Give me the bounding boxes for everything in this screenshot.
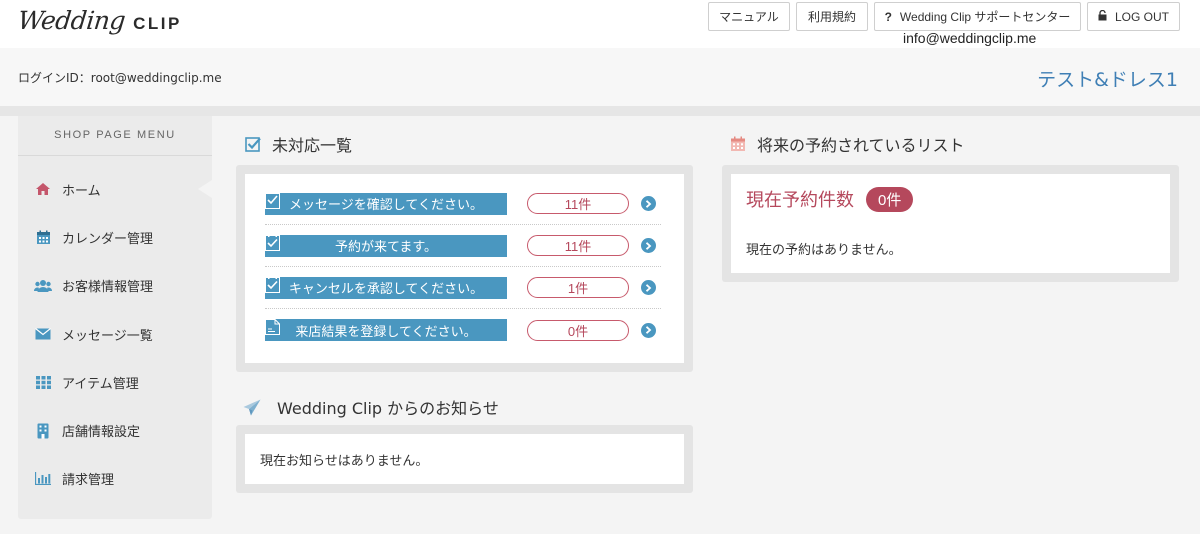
chevron-right-icon[interactable]	[641, 280, 656, 295]
wedding-clip-logo[interactable]: Wedding CLIP	[16, 6, 182, 42]
shop-page-menu: SHOP PAGE MENU ホーム カレンダー管理 お客様情報管理 メッセージ…	[18, 116, 212, 519]
pending-panel: メッセージを確認してください。 11件 予約が来てます。 11件 キャンセルを承…	[236, 165, 693, 372]
envelope-icon	[34, 325, 52, 343]
checklist-icon	[265, 192, 280, 209]
building-icon	[34, 422, 52, 440]
news-empty-message: 現在お知らせはありません。	[260, 454, 429, 469]
sidebar-item-home[interactable]: ホーム	[18, 165, 212, 213]
manual-button-label: マニュアル	[719, 10, 779, 24]
logo-script-text: Wedding	[16, 6, 127, 35]
sidebar-item-items[interactable]: アイテム管理	[18, 358, 212, 406]
support-center-label: Wedding Clip サポートセンター	[899, 10, 1071, 24]
task-label-text: メッセージを確認してください。	[289, 198, 483, 213]
task-confirm-messages[interactable]: メッセージを確認してください。	[265, 192, 507, 215]
sidebar-list: ホーム カレンダー管理 お客様情報管理 メッセージ一覧 アイテム管理 店舗情報設…	[18, 165, 212, 503]
reservation-count-label: 現在予約件数	[746, 190, 854, 211]
shop-name: テスト&ドレス1	[1037, 69, 1178, 91]
task-label-text: 来店結果を登録してください。	[295, 324, 477, 340]
reservation-empty-message: 現在の予約はありません。	[746, 243, 902, 258]
pending-title: 未対応一覧	[272, 136, 353, 155]
sidebar-item-messages[interactable]: メッセージ一覧	[18, 310, 212, 358]
lock-icon	[1098, 9, 1107, 24]
bar-chart-icon	[34, 470, 52, 488]
sidebar-item-customers[interactable]: お客様情報管理	[18, 262, 212, 310]
reservation-count-badge: 0件	[866, 186, 914, 212]
sidebar-item-label: 請求管理	[62, 473, 115, 489]
login-id: ログインID：root@weddingclip.me	[18, 71, 222, 85]
sidebar-item-label: カレンダー管理	[62, 231, 154, 247]
support-center-button[interactable]: ? Wedding Clip サポートセンター	[874, 2, 1081, 31]
terms-button[interactable]: 利用規約	[796, 2, 868, 31]
future-reservations-title: 将来の予約されているリスト	[757, 136, 965, 155]
future-reservations-heading: 将来の予約されているリスト	[729, 132, 965, 156]
task-label-text: 予約が来てます。	[334, 240, 438, 255]
sidebar-item-billing[interactable]: 請求管理	[18, 455, 212, 503]
future-reservations-panel: 現在予約件数 0件 現在の予約はありません。	[722, 165, 1179, 282]
chevron-right-icon[interactable]	[641, 196, 656, 211]
calendar-icon	[34, 228, 52, 246]
logo-clip-text: CLIP	[133, 14, 182, 33]
news-title: Wedding Clip からのお知らせ	[277, 399, 499, 418]
sidebar-item-label: メッセージ一覧	[62, 328, 153, 344]
sidebar-item-label: アイテム管理	[62, 376, 139, 392]
calendar-check-icon	[265, 274, 280, 293]
news-panel: 現在お知らせはありません。	[236, 425, 693, 493]
manual-button[interactable]: マニュアル	[708, 2, 790, 31]
support-email[interactable]: info@weddingclip.me	[903, 30, 1036, 46]
home-icon	[34, 180, 52, 198]
news-box: 現在お知らせはありません。	[245, 434, 684, 484]
sidebar-item-calendar[interactable]: カレンダー管理	[18, 213, 212, 261]
calendar-icon	[729, 135, 747, 153]
task-count: 11件	[527, 235, 629, 256]
header-divider	[0, 106, 1200, 116]
sidebar-item-label: ホーム	[62, 183, 101, 199]
logout-button[interactable]: LOG OUT	[1087, 2, 1180, 31]
users-icon	[34, 277, 52, 295]
sidebar-item-label: お客様情報管理	[62, 280, 154, 296]
task-count: 0件	[527, 319, 629, 341]
terms-button-label: 利用規約	[807, 10, 856, 24]
pending-heading: 未対応一覧	[244, 132, 352, 156]
sidebar-item-shop-settings[interactable]: 店舗情報設定	[18, 406, 212, 454]
sidebar-item-label: 店舗情報設定	[62, 425, 141, 441]
logout-label: LOG OUT	[1114, 9, 1169, 24]
task-approve-cancellations[interactable]: キャンセルを承認してください。	[265, 274, 507, 299]
check-square-icon	[244, 135, 262, 153]
calendar-check-icon	[265, 232, 280, 251]
task-count: 1件	[527, 277, 629, 298]
top-header: Wedding CLIP マニュアル 利用規約 ? Wedding Clip サ…	[0, 0, 1200, 48]
task-row-cancellations: キャンセルを承認してください。 1件	[265, 267, 661, 309]
task-label-text: キャンセルを承認してください。	[288, 282, 484, 297]
question-icon: ?	[884, 9, 892, 24]
paper-plane-icon	[243, 398, 261, 416]
sidebar-title: SHOP PAGE MENU	[18, 116, 212, 156]
chevron-right-icon[interactable]	[641, 238, 656, 253]
login-bar: ログインID：root@weddingclip.me テスト&ドレス1	[0, 48, 1200, 106]
task-new-reservations[interactable]: 予約が来てます。	[265, 232, 507, 257]
future-reservations-box: 現在予約件数 0件 現在の予約はありません。	[731, 174, 1170, 273]
news-heading: Wedding Clip からのお知らせ	[243, 395, 499, 419]
task-register-visit-results[interactable]: 来店結果を登録してください。	[265, 319, 507, 341]
task-row-messages: メッセージを確認してください。 11件	[265, 183, 661, 225]
task-row-reservations: 予約が来てます。 11件	[265, 225, 661, 267]
chevron-right-icon[interactable]	[641, 322, 656, 338]
grid-icon	[34, 373, 52, 391]
task-count: 11件	[527, 193, 629, 214]
task-row-visit-results: 来店結果を登録してください。 0件	[265, 309, 661, 351]
document-icon	[265, 319, 280, 335]
reservation-count-row: 現在予約件数 0件	[746, 186, 914, 212]
pending-list: メッセージを確認してください。 11件 予約が来てます。 11件 キャンセルを承…	[245, 174, 684, 363]
